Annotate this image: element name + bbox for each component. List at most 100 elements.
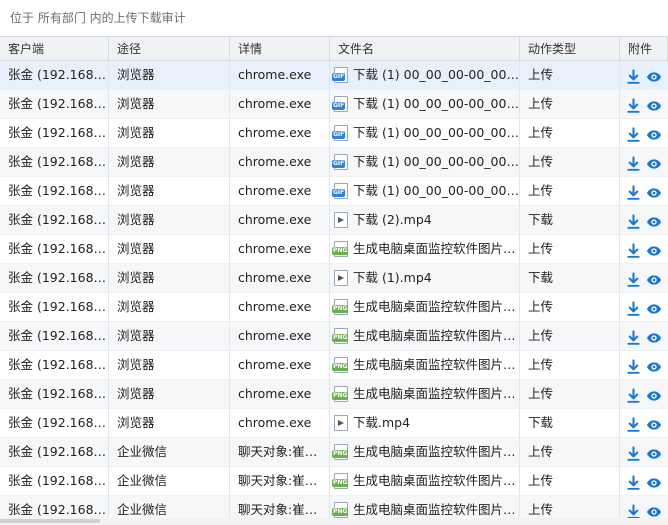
view-icon[interactable] <box>646 96 662 112</box>
view-icon[interactable] <box>646 125 662 141</box>
detail-cell: chrome.exe <box>230 380 330 408</box>
channel-cell: 企业微信 <box>109 467 230 495</box>
attachment-cell <box>620 235 668 263</box>
view-icon[interactable] <box>646 415 662 431</box>
view-icon[interactable] <box>646 444 662 460</box>
column-header-attachment[interactable]: 附件 <box>620 37 668 60</box>
filename-cell: GIF 下载 (1) 00_00_00-00_00_0... <box>330 148 520 176</box>
table-row[interactable]: 张金 (192.168.3... 浏览器 chrome.exe PNG 生成电脑桌面监控… <box>0 293 668 322</box>
filename-text: 生成电脑桌面监控软件图片 (... <box>353 357 519 372</box>
channel-cell: 浏览器 <box>109 380 230 408</box>
channel-cell: 浏览器 <box>109 148 230 176</box>
attachment-cell <box>620 293 668 321</box>
download-icon[interactable] <box>626 386 641 403</box>
filename-cell: 下载 (1).mp4 <box>330 264 520 292</box>
table-row[interactable]: 张金 (192.168.3... 浏览器 chrome.exe 下载.mp4 下载 <box>0 409 668 438</box>
gif-file-icon: GIF <box>332 96 348 112</box>
filename-text: 生成电脑桌面监控软件图片 (... <box>353 241 519 256</box>
table-row[interactable]: 张金 (192.168.3... 浏览器 chrome.exe GIF 下载 (1) 0… <box>0 90 668 119</box>
column-header-action[interactable]: 动作类型 <box>520 37 620 60</box>
view-icon[interactable] <box>646 154 662 170</box>
client-cell: 张金 (192.168.3... <box>0 90 109 118</box>
attachment-cell <box>620 438 668 466</box>
audit-table: 客户端 途径 详情 文件名 动作类型 附件 张金 (192.168.3... 浏览… <box>0 36 668 525</box>
action-cell: 上传 <box>520 467 620 495</box>
filename-text: 下载 (1) 00_00_00-00_00_0... <box>353 96 519 111</box>
detail-cell: chrome.exe <box>230 206 330 234</box>
action-cell: 上传 <box>520 351 620 379</box>
download-icon[interactable] <box>626 183 641 200</box>
view-icon[interactable] <box>646 183 662 199</box>
attachment-cell <box>620 409 668 437</box>
download-icon[interactable] <box>626 357 641 374</box>
column-header-filename[interactable]: 文件名 <box>330 37 520 60</box>
table-row[interactable]: 张金 (192.168.3... 浏览器 chrome.exe 下载 (2).mp4 下… <box>0 206 668 235</box>
view-icon[interactable] <box>646 67 662 83</box>
view-icon[interactable] <box>646 502 662 518</box>
download-icon[interactable] <box>626 415 641 432</box>
png-file-icon: PNG <box>332 444 349 460</box>
table-row[interactable]: 张金 (192.168.3... 浏览器 chrome.exe GIF 下载 (1) 0… <box>0 148 668 177</box>
view-icon[interactable] <box>646 299 662 315</box>
download-icon[interactable] <box>626 241 641 258</box>
download-icon[interactable] <box>626 67 641 84</box>
table-row[interactable]: 张金 (192.168.3... 浏览器 chrome.exe PNG 生成电脑桌面监控… <box>0 380 668 409</box>
action-cell: 上传 <box>520 148 620 176</box>
png-file-icon: PNG <box>332 473 349 489</box>
attachment-cell <box>620 177 668 205</box>
attachment-cell <box>620 206 668 234</box>
view-icon[interactable] <box>646 473 662 489</box>
download-icon[interactable] <box>626 473 641 490</box>
action-cell: 上传 <box>520 322 620 350</box>
table-row[interactable]: 张金 (192.168.3... 浏览器 chrome.exe GIF 下载 (1) 0… <box>0 119 668 148</box>
channel-cell: 浏览器 <box>109 90 230 118</box>
channel-cell: 浏览器 <box>109 409 230 437</box>
column-header-detail[interactable]: 详情 <box>230 37 330 60</box>
table-row[interactable]: 张金 (192.168.3... 浏览器 chrome.exe 下载 (1).mp4 下… <box>0 264 668 293</box>
view-icon[interactable] <box>646 357 662 373</box>
client-cell: 张金 (192.168.3... <box>0 293 109 321</box>
table-row[interactable]: 张金 (192.168.3... 浏览器 chrome.exe PNG 生成电脑桌面监控… <box>0 322 668 351</box>
column-header-channel[interactable]: 途径 <box>109 37 230 60</box>
filename-cell: GIF 下载 (1) 00_00_00-00_00_0... <box>330 119 520 147</box>
scrollbar-thumb[interactable] <box>0 519 100 523</box>
view-icon[interactable] <box>646 328 662 344</box>
download-icon[interactable] <box>626 154 641 171</box>
download-icon[interactable] <box>626 125 641 142</box>
view-icon[interactable] <box>646 212 662 228</box>
column-header-client[interactable]: 客户端 <box>0 37 109 60</box>
table-row[interactable]: 张金 (192.168.3... 浏览器 chrome.exe PNG 生成电脑桌面监控… <box>0 235 668 264</box>
channel-cell: 浏览器 <box>109 264 230 292</box>
action-cell: 下载 <box>520 409 620 437</box>
filename-text: 下载.mp4 <box>353 415 411 430</box>
channel-cell: 浏览器 <box>109 119 230 147</box>
table-row[interactable]: 张金 (192.168.3... 浏览器 chrome.exe GIF 下载 (1) 0… <box>0 61 668 90</box>
view-icon[interactable] <box>646 270 662 286</box>
download-icon[interactable] <box>626 299 641 316</box>
filename-text: 生成电脑桌面监控软件图片 (... <box>353 386 519 401</box>
filename-cell: PNG 生成电脑桌面监控软件图片 (... <box>330 322 520 350</box>
client-cell: 张金 (192.168.3... <box>0 61 109 89</box>
filename-text: 生成电脑桌面监控软件图片 (... <box>353 473 519 488</box>
png-file-icon: PNG <box>332 299 349 315</box>
action-cell: 上传 <box>520 293 620 321</box>
action-cell: 上传 <box>520 235 620 263</box>
detail-cell: chrome.exe <box>230 235 330 263</box>
download-icon[interactable] <box>626 444 641 461</box>
download-icon[interactable] <box>626 328 641 345</box>
download-icon[interactable] <box>626 212 641 229</box>
download-icon[interactable] <box>626 502 641 519</box>
png-file-icon: PNG <box>332 357 349 373</box>
detail-cell: chrome.exe <box>230 177 330 205</box>
channel-cell: 浏览器 <box>109 351 230 379</box>
table-row[interactable]: 张金 (192.168.3... 企业微信 聊天对象:崔丽... PNG 生成电脑桌面监… <box>0 467 668 496</box>
view-icon[interactable] <box>646 386 662 402</box>
download-icon[interactable] <box>626 96 641 113</box>
view-icon[interactable] <box>646 241 662 257</box>
table-row[interactable]: 张金 (192.168.3... 企业微信 聊天对象:崔丽... PNG 生成电脑桌面监… <box>0 438 668 467</box>
download-icon[interactable] <box>626 270 641 287</box>
horizontal-scrollbar[interactable] <box>0 518 668 524</box>
table-row[interactable]: 张金 (192.168.3... 浏览器 chrome.exe GIF 下载 (1) 0… <box>0 177 668 206</box>
filename-cell: 下载.mp4 <box>330 409 520 437</box>
table-row[interactable]: 张金 (192.168.3... 浏览器 chrome.exe PNG 生成电脑桌面监控… <box>0 351 668 380</box>
